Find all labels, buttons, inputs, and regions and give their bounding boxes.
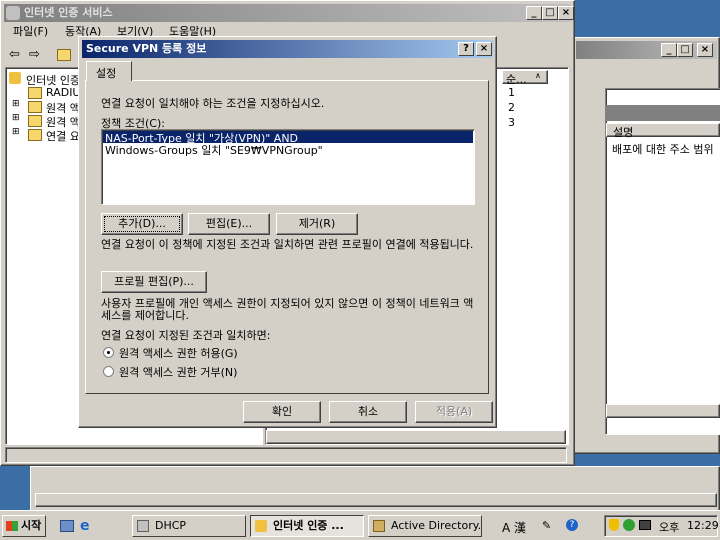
detail-hscroll[interactable] bbox=[266, 430, 566, 444]
minimize-button[interactable]: _ bbox=[661, 43, 677, 57]
start-label: 시작 bbox=[21, 519, 42, 532]
task-label: 인터넷 인증 ... bbox=[273, 519, 344, 532]
system-tray: 오후 12:29 bbox=[604, 515, 719, 537]
condition-text: Windows-Groups 일치 "SE9₩VPNGroup" bbox=[105, 144, 323, 157]
deny-radio[interactable] bbox=[103, 366, 114, 377]
edit-profile-button[interactable]: 프로필 편집(P)... bbox=[101, 271, 207, 293]
close-button[interactable]: × bbox=[697, 43, 713, 57]
expand-icon[interactable]: ⊞ bbox=[12, 113, 20, 123]
windows-logo-icon bbox=[6, 521, 18, 531]
dialin-text: 사용자 프로필에 개인 액세스 권한이 지정되어 있지 않으면 이 정책이 네트… bbox=[101, 297, 474, 322]
order-value: 1 bbox=[508, 86, 515, 99]
order-header: 순... bbox=[506, 73, 527, 86]
ok-button[interactable]: 확인 bbox=[243, 401, 321, 423]
show-desktop-icon[interactable] bbox=[60, 520, 74, 532]
ad-icon bbox=[373, 520, 385, 532]
lower-scroll[interactable] bbox=[35, 493, 717, 507]
maximize-button[interactable]: □ bbox=[677, 43, 693, 57]
bg-hscroll[interactable] bbox=[606, 404, 720, 418]
network-icon[interactable] bbox=[623, 519, 635, 531]
folder-icon bbox=[28, 87, 42, 99]
instruction-text: 연결 요청이 일치해야 하는 조건을 지정하십시오. bbox=[101, 97, 325, 110]
conditions-list[interactable]: NAS-Port-Type 일치 "가상(VPN)" AND Windows-G… bbox=[101, 129, 475, 205]
sort-arrow-icon: ∧ bbox=[535, 71, 541, 80]
dhcp-icon bbox=[137, 520, 149, 532]
clock[interactable]: 12:29 bbox=[687, 519, 719, 532]
order-value: 2 bbox=[508, 101, 515, 114]
cancel-button[interactable]: 취소 bbox=[329, 401, 407, 423]
task-active-directory[interactable]: Active Directory... bbox=[368, 515, 482, 537]
expand-icon[interactable]: ⊞ bbox=[12, 99, 20, 109]
dialog-titlebar: Secure VPN 등록 정보 ? × bbox=[82, 40, 493, 58]
bg-row-desc: 배포에 대한 주소 범위 bbox=[612, 143, 714, 156]
ias-icon bbox=[6, 6, 20, 20]
main-statusbar bbox=[5, 447, 567, 463]
bg-list: 설명 배포에 대한 주소 범위 bbox=[605, 88, 720, 435]
tab-settings-label: 설정 bbox=[96, 67, 117, 80]
ampm-label: 오후 bbox=[659, 521, 680, 534]
bg-window-titlebar: _ □ × bbox=[576, 41, 717, 59]
expand-icon[interactable]: ⊞ bbox=[12, 127, 20, 137]
ime-tool-icon[interactable]: ✎ bbox=[542, 519, 551, 532]
minimize-button[interactable]: _ bbox=[526, 6, 542, 20]
tree-connection[interactable]: 연결 요 bbox=[46, 128, 80, 144]
start-button[interactable]: 시작 bbox=[2, 515, 46, 537]
ime-mode[interactable]: A 漢 bbox=[502, 519, 526, 536]
monitor-icon[interactable] bbox=[639, 520, 651, 530]
main-title: 인터넷 인증 서비스 bbox=[24, 6, 113, 19]
ias-icon bbox=[255, 520, 267, 532]
order-value: 3 bbox=[508, 116, 515, 129]
taskbar: 시작 e DHCP 인터넷 인증 ... Active Directory...… bbox=[0, 510, 720, 540]
ime-bar: A 漢 ✎ ? bbox=[494, 515, 584, 537]
ie-icon[interactable]: e bbox=[80, 518, 90, 534]
dialog-title: Secure VPN 등록 정보 bbox=[86, 42, 207, 55]
folder-icon bbox=[28, 129, 42, 141]
ias-root-icon bbox=[9, 72, 21, 84]
task-label: DHCP bbox=[155, 519, 187, 532]
deny-label[interactable]: 원격 액세스 권한 거부(N) bbox=[119, 364, 237, 380]
background-window: _ □ × 설명 배포에 대한 주소 범위 bbox=[572, 37, 720, 454]
tab-panel: 연결 요청이 일치해야 하는 조건을 지정하십시오. 정책 조건(C): NAS… bbox=[85, 80, 489, 394]
task-ias[interactable]: 인터넷 인증 ... bbox=[250, 515, 364, 537]
task-label: Active Directory... bbox=[391, 519, 482, 532]
lower-window bbox=[30, 466, 720, 516]
tab-settings[interactable]: 설정 bbox=[86, 61, 132, 81]
bg-column-header[interactable]: 설명 bbox=[606, 123, 720, 139]
grant-label[interactable]: 원격 액세스 권한 허용(G) bbox=[119, 345, 238, 361]
add-button[interactable]: 추가(D)... bbox=[101, 213, 183, 235]
policy-text: 연결 요청이 이 정책에 지정된 조건과 일치하면 관련 프로필이 연결에 적용… bbox=[101, 238, 474, 251]
condition-row[interactable]: Windows-Groups 일치 "SE9₩VPNGroup" bbox=[103, 143, 473, 157]
match-label: 연결 요청이 지정된 조건과 일치하면: bbox=[101, 329, 271, 342]
up-folder-icon[interactable] bbox=[57, 49, 71, 61]
edit-button[interactable]: 편집(E)... bbox=[188, 213, 270, 235]
close-button[interactable]: × bbox=[558, 6, 574, 20]
shield-icon[interactable] bbox=[609, 519, 619, 531]
forward-arrow-icon[interactable]: ⇨ bbox=[29, 47, 40, 62]
policy-folder-icon bbox=[28, 115, 42, 127]
remove-button[interactable]: 제거(R) bbox=[276, 213, 358, 235]
grant-radio[interactable] bbox=[103, 347, 114, 358]
close-button[interactable]: × bbox=[476, 42, 492, 56]
help-button[interactable]: ? bbox=[458, 42, 474, 56]
task-dhcp[interactable]: DHCP bbox=[132, 515, 246, 537]
back-arrow-icon[interactable]: ⇦ bbox=[9, 47, 20, 62]
help-icon[interactable]: ? bbox=[566, 519, 578, 531]
apply-button[interactable]: 적용(A) bbox=[415, 401, 493, 423]
maximize-button[interactable]: □ bbox=[542, 6, 558, 20]
menu-file[interactable]: 파일(F) bbox=[13, 23, 48, 41]
folder-icon bbox=[28, 101, 42, 113]
properties-dialog: Secure VPN 등록 정보 ? × 설정 연결 요청이 일치해야 하는 조… bbox=[78, 36, 497, 428]
order-column-header[interactable]: 순... ∧ bbox=[502, 70, 548, 86]
main-titlebar: 인터넷 인증 서비스 _ □ × bbox=[4, 4, 574, 22]
bg-header-desc: 설명 bbox=[613, 126, 634, 139]
